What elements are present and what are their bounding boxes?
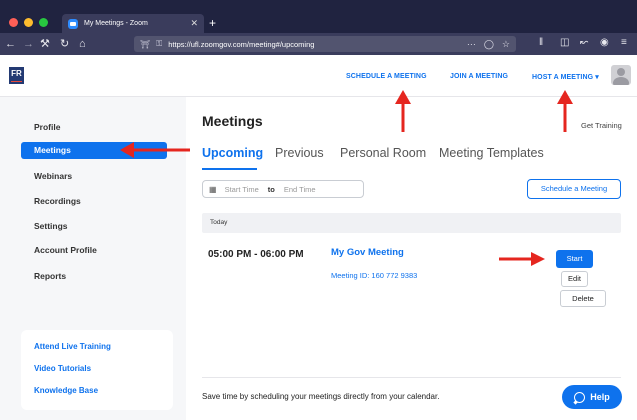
browser-nav-bar: ← → ⚒ ↻ ⌂ ⛩ ⚿ https://ufl.zoomgov.com/me… [0,33,637,55]
back-icon[interactable]: ← [5,37,16,51]
today-group-header: Today [202,213,621,233]
browser-tab-title: My Meetings - Zoom [84,20,148,27]
forward-icon[interactable]: → [23,37,34,51]
annotation-arrow-host [557,90,573,132]
meeting-time: 05:00 PM - 06:00 PM [208,249,304,260]
extension-icon[interactable]: ↜ [580,37,588,48]
schedule-meeting-button[interactable]: Schedule a Meeting [527,179,621,199]
sidebar-help-links: Attend Live Training Video Tutorials Kno… [21,330,173,410]
menu-icon[interactable]: ≡ [621,37,627,48]
sidebar-item-webinars[interactable]: Webinars [21,168,167,185]
annotation-arrow-meetings [120,142,190,158]
delete-meeting-button[interactable]: Delete [560,290,606,307]
sidebar-item-reports[interactable]: Reports [21,268,167,285]
maximize-window-button[interactable] [39,18,48,27]
zoom-favicon-icon [68,18,78,29]
section-divider [202,377,621,378]
new-tab-button[interactable]: + [209,16,216,30]
library-icon[interactable]: ‖ [539,37,543,48]
browser-tab-bar: My Meetings - Zoom ✕ + [0,0,637,33]
help-button[interactable]: Help [562,385,622,409]
annotation-arrow-start [499,252,545,266]
annotation-arrow-schedule [395,90,411,132]
minimize-window-button[interactable] [24,18,33,27]
page-actions-icon[interactable]: ··· [467,39,476,49]
date-range-filter[interactable]: ▦ Start Time to End Time [202,180,364,198]
lock-icon[interactable]: ⚿ [156,39,162,49]
help-button-label: Help [590,392,610,402]
video-tutorials-link[interactable]: Video Tutorials [34,364,91,373]
zoom-web-app: FR SCHEDULE A MEETING JOIN A MEETING HOS… [0,55,637,420]
attend-live-training-link[interactable]: Attend Live Training [34,342,111,351]
window-controls [9,18,48,27]
tab-upcoming[interactable]: Upcoming [202,146,263,160]
close-tab-icon[interactable]: ✕ [190,18,198,29]
home-icon[interactable]: ⌂ [79,37,86,51]
avatar[interactable] [611,65,631,85]
tab-personal-room[interactable]: Personal Room [340,146,426,160]
shield-icon[interactable]: ⛩ [140,40,150,49]
calendar-tip-text: Save time by scheduling your meetings di… [202,392,440,401]
schedule-meeting-link[interactable]: SCHEDULE A MEETING [346,73,427,80]
page-title: Meetings [202,113,263,129]
account-icon[interactable]: ◉ [600,37,609,48]
reload-icon[interactable]: ↻ [60,37,69,51]
sidebar-item-recordings[interactable]: Recordings [21,193,167,210]
url-text[interactable]: https://ufl.zoomgov.com/meeting#/upcomin… [168,40,459,49]
bookmark-star-icon[interactable]: ☆ [502,39,510,50]
top-navigation: FR SCHEDULE A MEETING JOIN A MEETING HOS… [0,55,637,97]
host-meeting-dropdown[interactable]: HOST A MEETING ▾ [532,73,599,81]
chat-bubble-icon [574,391,586,403]
sidebar-item-account-profile[interactable]: Account Profile [21,242,167,259]
end-time-input[interactable]: End Time [284,185,316,194]
get-training-link[interactable]: Get Training [581,121,622,130]
date-range-separator: to [267,184,275,194]
meeting-id: Meeting ID: 160 772 9383 [331,271,418,280]
sidebar-icon[interactable]: ◫ [560,37,569,48]
meeting-tabs: Upcoming Previous Personal Room Meeting … [202,146,622,168]
start-time-input[interactable]: Start Time [225,185,259,194]
edit-meeting-button[interactable]: Edit [561,271,588,287]
meeting-title-link[interactable]: My Gov Meeting [331,247,404,258]
browser-tab[interactable]: My Meetings - Zoom ✕ [62,14,204,33]
knowledge-base-link[interactable]: Knowledge Base [34,386,98,395]
address-bar[interactable]: ⛩ ⚿ https://ufl.zoomgov.com/meeting#/upc… [134,36,516,52]
join-meeting-link[interactable]: JOIN A MEETING [450,73,508,80]
tab-meeting-templates[interactable]: Meeting Templates [439,146,544,160]
active-tab-indicator [202,168,257,170]
tools-icon[interactable]: ⚒ [40,37,50,51]
main-content: Meetings Get Training Upcoming Previous … [186,97,637,420]
logo[interactable]: FR [9,67,24,84]
sidebar-item-settings[interactable]: Settings [21,218,167,235]
start-meeting-button[interactable]: Start [556,250,593,268]
calendar-icon: ▦ [209,184,217,194]
close-window-button[interactable] [9,18,18,27]
tab-previous[interactable]: Previous [275,146,324,160]
pocket-icon[interactable]: ◯ [484,39,494,50]
sidebar-item-profile[interactable]: Profile [21,119,167,136]
